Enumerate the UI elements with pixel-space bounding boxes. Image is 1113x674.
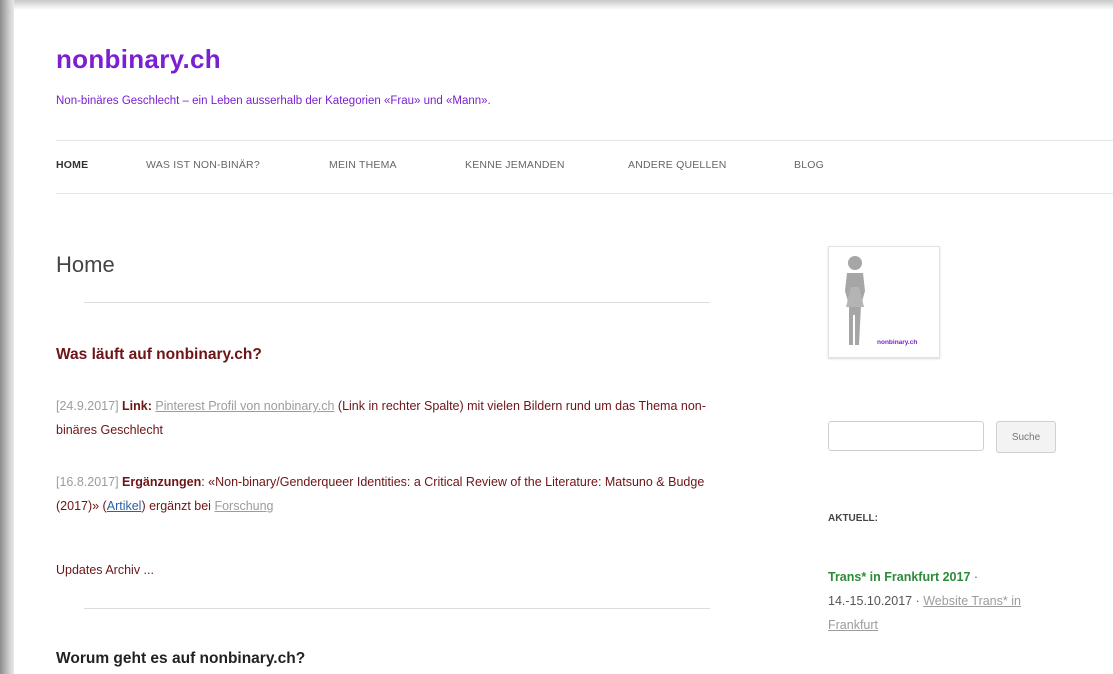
page-shadow-left xyxy=(0,0,14,674)
event-entry: Trans* in Frankfurt 2017 · 14.-15.10.201… xyxy=(828,565,1058,637)
update-text: (Link in rechter Spalte) mit vielen Bild… xyxy=(56,399,706,437)
divider xyxy=(84,608,710,609)
site-description: Non-binäres Geschlecht – ein Leben ausse… xyxy=(56,95,491,107)
site-title[interactable]: nonbinary.ch xyxy=(56,44,221,75)
update-date: [16.8.2017] xyxy=(56,475,119,489)
page-shadow-top xyxy=(0,0,1113,10)
nav-mein-thema[interactable]: MEIN THEMA xyxy=(329,159,397,171)
forschung-link[interactable]: Forschung xyxy=(214,499,273,513)
section-heading-updates: Was läuft auf nonbinary.ch? xyxy=(56,346,262,363)
main-navigation: HOME WAS IST NON-BINÄR? MEIN THEMA KENNE… xyxy=(56,140,1113,194)
site-logo[interactable]: nonbinary.ch xyxy=(828,246,940,358)
nav-was-ist-non-binaer[interactable]: WAS IST NON-BINÄR? xyxy=(146,159,260,171)
event-dates: 14.-15.10.2017 · xyxy=(828,594,924,608)
logo-text: nonbinary.ch xyxy=(877,339,918,346)
widget-title-aktuell: AKTUELL: xyxy=(828,513,878,524)
update-item: [16.8.2017] Ergänzungen: «Non-binary/Gen… xyxy=(56,470,736,518)
nav-andere-quellen[interactable]: ANDERE QUELLEN xyxy=(628,159,727,171)
nav-kenne-jemanden[interactable]: KENNE JEMANDEN xyxy=(465,159,565,171)
update-label: Link xyxy=(122,399,148,413)
update-text-mid: ) ergänzt bei xyxy=(141,499,215,513)
nav-home[interactable]: HOME xyxy=(56,159,88,171)
nav-blog[interactable]: BLOG xyxy=(794,159,824,171)
event-separator: · xyxy=(970,570,979,584)
update-label: Ergänzungen xyxy=(122,475,202,489)
divider xyxy=(84,302,710,303)
artikel-link[interactable]: Artikel xyxy=(107,499,142,513)
page-title: Home xyxy=(56,252,115,277)
event-title: Trans* in Frankfurt 2017 xyxy=(828,570,971,584)
search-input[interactable] xyxy=(828,421,984,451)
search-button[interactable]: Suche xyxy=(996,421,1056,453)
pinterest-link[interactable]: Pinterest Profil von nonbinary.ch xyxy=(155,399,334,413)
update-date: [24.9.2017] xyxy=(56,399,119,413)
update-item: [24.9.2017] Link: Pinterest Profil von n… xyxy=(56,399,706,437)
updates-archive-link[interactable]: Updates Archiv ... xyxy=(56,563,154,577)
section-heading-about: Worum geht es auf nonbinary.ch? xyxy=(56,650,306,667)
page: nonbinary.ch Non-binäres Geschlecht – ei… xyxy=(14,10,1113,674)
